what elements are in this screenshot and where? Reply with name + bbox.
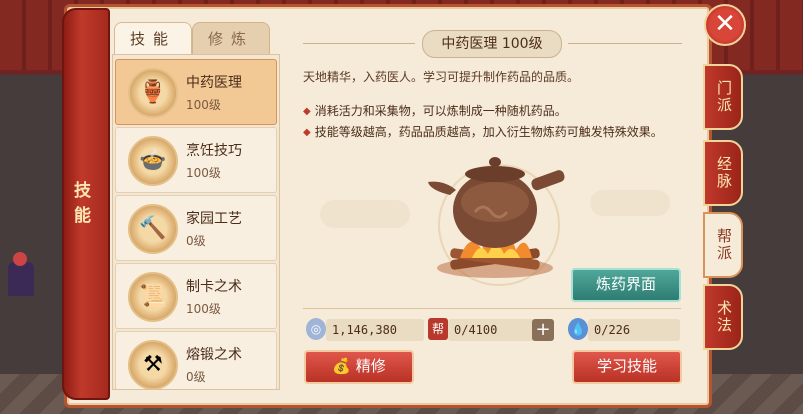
skill-level: 100级 [186,166,221,180]
card-scroll-icon: 📜 [128,272,178,322]
craft-interface-button[interactable]: 炼药界面 [571,268,681,302]
cloud-decoration [590,190,670,216]
forging-hammer-icon: ⚒ [128,340,178,389]
detail-bullets: ◆ 消耗活力和采集物，可以炼制成一种随机药品。 ◆ 技能等级越高，药品品质越高，… [303,103,683,145]
skill-level: 100级 [186,98,221,112]
tab-skill[interactable]: 技能 [114,22,192,55]
skill-name: 制卡之术 [186,279,242,295]
silver-coin-icon: ◎ [306,318,326,340]
detail-intro: 天地精华，入药医人。学习可提升制作药品的品质。 [303,70,580,84]
cooking-dish-icon: 🍲 [128,136,178,186]
skill-name: 熔锻之术 [186,347,242,363]
skill-name: 烹饪技巧 [186,143,242,159]
stats-divider [303,308,681,309]
spine-label: 技能 [70,181,90,231]
skill-item-forging[interactable]: ⚒ 熔锻之术 0级 [115,331,277,389]
diamond-icon: ◆ [303,106,311,117]
guild-contribution: 0/4100 [448,319,534,341]
skill-level: 100级 [186,302,221,316]
cloud-decoration [320,200,410,228]
silver-amount: 1,146,380 [326,319,424,341]
energy-drop-icon: 💧 [568,318,588,340]
bullet-item: ◆ 技能等级越高，药品品质越高，加入衍生物炼药可触发特殊效果。 [303,124,683,141]
bullet-text: 消耗活力和采集物，可以炼制成一种随机药品。 [314,104,567,118]
skill-name: 家园工艺 [186,211,242,227]
bullet-text: 技能等级越高，药品品质越高，加入衍生物炼药可触发特殊效果。 [314,125,663,139]
add-contribution-button[interactable]: + [532,319,554,341]
crafting-tools-icon: 🔨 [128,204,178,254]
energy-amount: 0/226 [588,319,680,341]
title-divider-left [303,43,415,44]
medicine-pot-icon: 🏺 [128,68,178,118]
close-button[interactable]: ✕ [704,4,746,46]
refine-label: 精修 [355,357,386,375]
medicine-pot-icon [428,157,565,278]
side-tab-sect[interactable]: 门派 [703,64,743,130]
side-tab-meridian[interactable]: 经脉 [703,140,743,206]
diamond-icon: ◆ [303,127,311,138]
skill-name: 中药医理 [186,75,242,91]
skill-level: 0级 [186,370,206,384]
bullet-item: ◆ 消耗活力和采集物，可以炼制成一种随机药品。 [303,103,683,120]
title-divider-right [568,43,682,44]
refine-button[interactable]: 💰 精修 [304,350,414,384]
tab-practice[interactable]: 修炼 [192,22,270,56]
skill-item-cooking[interactable]: 🍲 烹饪技巧 100级 [115,127,277,193]
side-tab-guild[interactable]: 帮派 [703,212,743,278]
skill-item-card[interactable]: 📜 制卡之术 100级 [115,263,277,329]
learn-skill-button[interactable]: 学习技能 [572,350,682,384]
money-bag-icon: 💰 [332,357,351,375]
side-tab-spell[interactable]: 术法 [703,284,743,350]
skill-level: 0级 [186,234,206,248]
skill-item-crafting[interactable]: 🔨 家园工艺 0级 [115,195,277,261]
skill-item-medicine[interactable]: 🏺 中药医理 100级 [115,59,277,125]
background-character [8,252,34,296]
skill-list[interactable]: 🏺 中药医理 100级 🍲 烹饪技巧 100级 🔨 家园工艺 0级 📜 制卡之术… [112,54,280,390]
guild-badge-icon: 帮 [428,318,448,340]
detail-title: 中药医理 100级 [422,30,562,58]
